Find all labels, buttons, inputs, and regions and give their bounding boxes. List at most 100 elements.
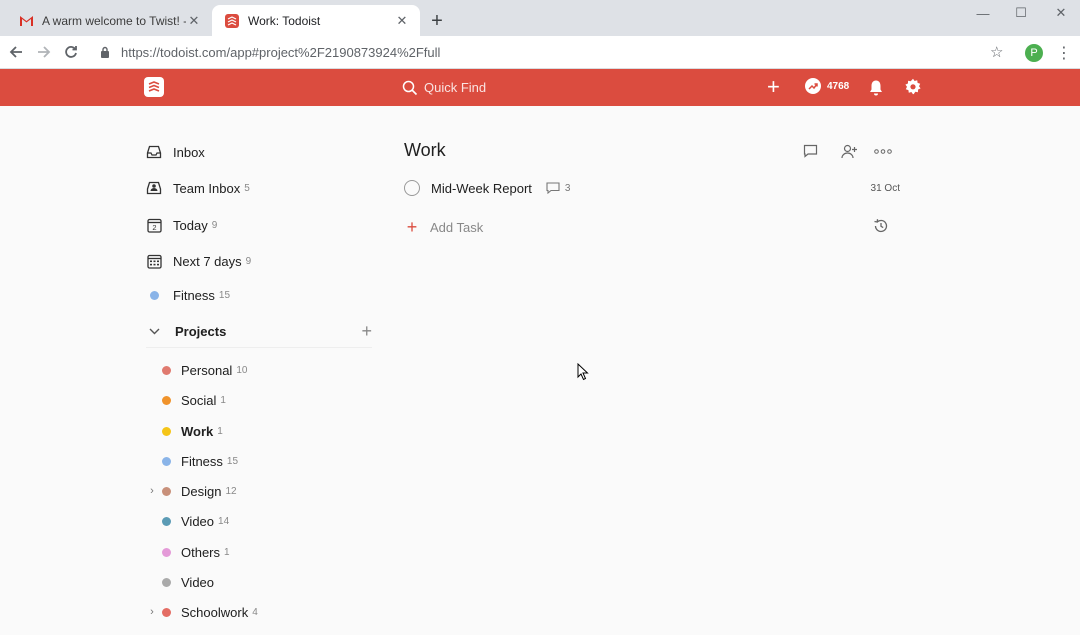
project-count: 10 (236, 364, 248, 376)
gmail-icon (18, 13, 34, 29)
project-name: Video (181, 513, 215, 529)
project-name: Social (181, 392, 217, 408)
project-name: Work (181, 423, 214, 439)
profile-avatar[interactable]: P (1025, 44, 1043, 62)
project-count: 1 (224, 546, 230, 558)
browser-toolbar: https://todoist.com/app#project%2F219087… (0, 36, 1080, 69)
sidebar-item-label: Today (173, 217, 208, 233)
project-name: Video (181, 574, 215, 590)
chevron-right-icon[interactable]: › (146, 606, 158, 618)
page-title: Work (404, 140, 446, 160)
project-item-personal[interactable]: Personal 10 (146, 359, 247, 381)
project-count: 14 (218, 515, 230, 527)
project-color-dot (162, 516, 171, 526)
sidebar-item-count: 9 (211, 219, 218, 231)
task-name[interactable]: Mid-Week Report (431, 181, 532, 196)
browser-tab-gmail[interactable]: A warm welcome to Twist! - hcsc ✕ (6, 5, 212, 36)
project-item-social[interactable]: Social 1 (146, 389, 226, 411)
add-task-label: Add Task (430, 219, 484, 235)
sidebar-item-count: 9 (245, 255, 252, 267)
comment-icon[interactable] (801, 142, 819, 160)
todoist-logo-icon[interactable] (144, 77, 164, 97)
project-color-dot (162, 577, 171, 587)
search-icon (402, 80, 418, 95)
project-color-dot (162, 426, 171, 436)
svg-text:2: 2 (152, 223, 156, 232)
close-window-icon[interactable]: ✕ (1044, 4, 1078, 22)
back-arrow-icon[interactable] (6, 42, 26, 62)
todoist-icon (224, 13, 240, 29)
project-color-dot (162, 607, 171, 617)
task-due-date[interactable]: 31 Oct (871, 183, 900, 194)
sidebar-item-label: Inbox (173, 144, 205, 160)
sidebar-item-count: 15 (218, 289, 231, 301)
close-tab-icon[interactable]: ✕ (394, 13, 410, 29)
share-user-icon[interactable] (840, 142, 858, 160)
sidebar-item-team-inbox[interactable]: Team Inbox 5 (146, 176, 250, 200)
project-item-others[interactable]: Others 1 (146, 541, 230, 563)
project-count: 4 (252, 606, 258, 618)
add-project-button[interactable]: + (361, 321, 372, 342)
comment-icon (546, 182, 560, 194)
task-comments[interactable]: 3 (546, 182, 571, 194)
close-tab-icon[interactable]: ✕ (186, 13, 202, 29)
browser-menu-icon[interactable]: ⋮ (1056, 43, 1072, 63)
team-inbox-icon (146, 180, 162, 196)
gear-icon[interactable] (904, 78, 922, 99)
project-name: Fitness (181, 453, 223, 469)
project-name: Others (181, 544, 221, 560)
project-name: Design (181, 483, 222, 499)
quick-add-button[interactable]: + (767, 75, 780, 99)
sidebar-item-today[interactable]: 2 Today 9 (146, 213, 217, 237)
more-options-icon[interactable] (874, 142, 892, 160)
task-row[interactable]: Mid-Week Report 3 31 Oct (404, 177, 900, 199)
project-name: Schoolwork (181, 604, 249, 620)
sidebar-item-count: 5 (244, 182, 250, 194)
chevron-right-icon[interactable]: › (146, 485, 158, 497)
minimize-icon[interactable]: — (966, 4, 1000, 22)
reload-icon[interactable] (61, 42, 81, 62)
sidebar-item-next-7-days[interactable]: Next 7 days 9 (146, 249, 251, 273)
project-item-fitness[interactable]: Fitness 15 (146, 450, 238, 472)
project-item-video-2[interactable]: Video (146, 571, 214, 593)
comment-count: 3 (564, 182, 571, 194)
chevron-down-icon[interactable] (146, 324, 162, 338)
project-item-work[interactable]: Work 1 (146, 420, 223, 442)
sidebar-item-label: Next 7 days (173, 253, 242, 269)
project-item-schoolwork[interactable]: › Schoolwork 4 (146, 601, 258, 623)
bell-icon[interactable] (868, 79, 884, 99)
new-tab-button[interactable]: + (426, 10, 448, 32)
sidebar-item-inbox[interactable]: Inbox (146, 140, 205, 164)
address-bar[interactable]: https://todoist.com/app#project%2F219087… (92, 39, 1018, 66)
mouse-cursor-icon (577, 362, 589, 384)
add-task-button[interactable]: + Add Task (404, 217, 484, 237)
dot-icon (146, 287, 162, 303)
forward-arrow-icon[interactable] (34, 42, 54, 62)
sidebar-item-label: Team Inbox (173, 180, 241, 196)
url-text: https://todoist.com/app#project%2F219087… (121, 45, 441, 60)
project-item-video[interactable]: Video 14 (146, 510, 229, 532)
maximize-icon[interactable]: ☐ (1004, 4, 1038, 22)
karma-button[interactable]: 4768 (805, 78, 849, 94)
project-item-design[interactable]: › Design 12 (146, 480, 236, 502)
history-icon[interactable] (873, 218, 889, 237)
karma-score: 4768 (827, 80, 850, 92)
project-name: Personal (181, 362, 233, 378)
divider (146, 347, 372, 348)
quick-find-input[interactable]: Quick Find (402, 75, 732, 100)
projects-section-header[interactable]: Projects + (146, 320, 372, 342)
project-color-dot (162, 395, 171, 405)
task-checkbox[interactable] (404, 180, 420, 196)
sidebar-item-label: Fitness (173, 287, 215, 303)
browser-tab-todoist[interactable]: Work: Todoist ✕ (212, 5, 420, 36)
app-top-bar: Quick Find + 4768 (0, 69, 1080, 106)
quick-find-placeholder: Quick Find (424, 80, 487, 95)
calendar-week-icon (146, 253, 162, 269)
project-color-dot (162, 456, 171, 466)
project-count: 1 (217, 425, 223, 437)
calendar-today-icon: 2 (146, 217, 162, 233)
project-color-dot (162, 547, 171, 557)
sidebar-item-fitness-filter[interactable]: Fitness 15 (146, 283, 230, 307)
inbox-icon (146, 144, 162, 160)
bookmark-star-icon[interactable]: ☆ (990, 43, 1003, 61)
